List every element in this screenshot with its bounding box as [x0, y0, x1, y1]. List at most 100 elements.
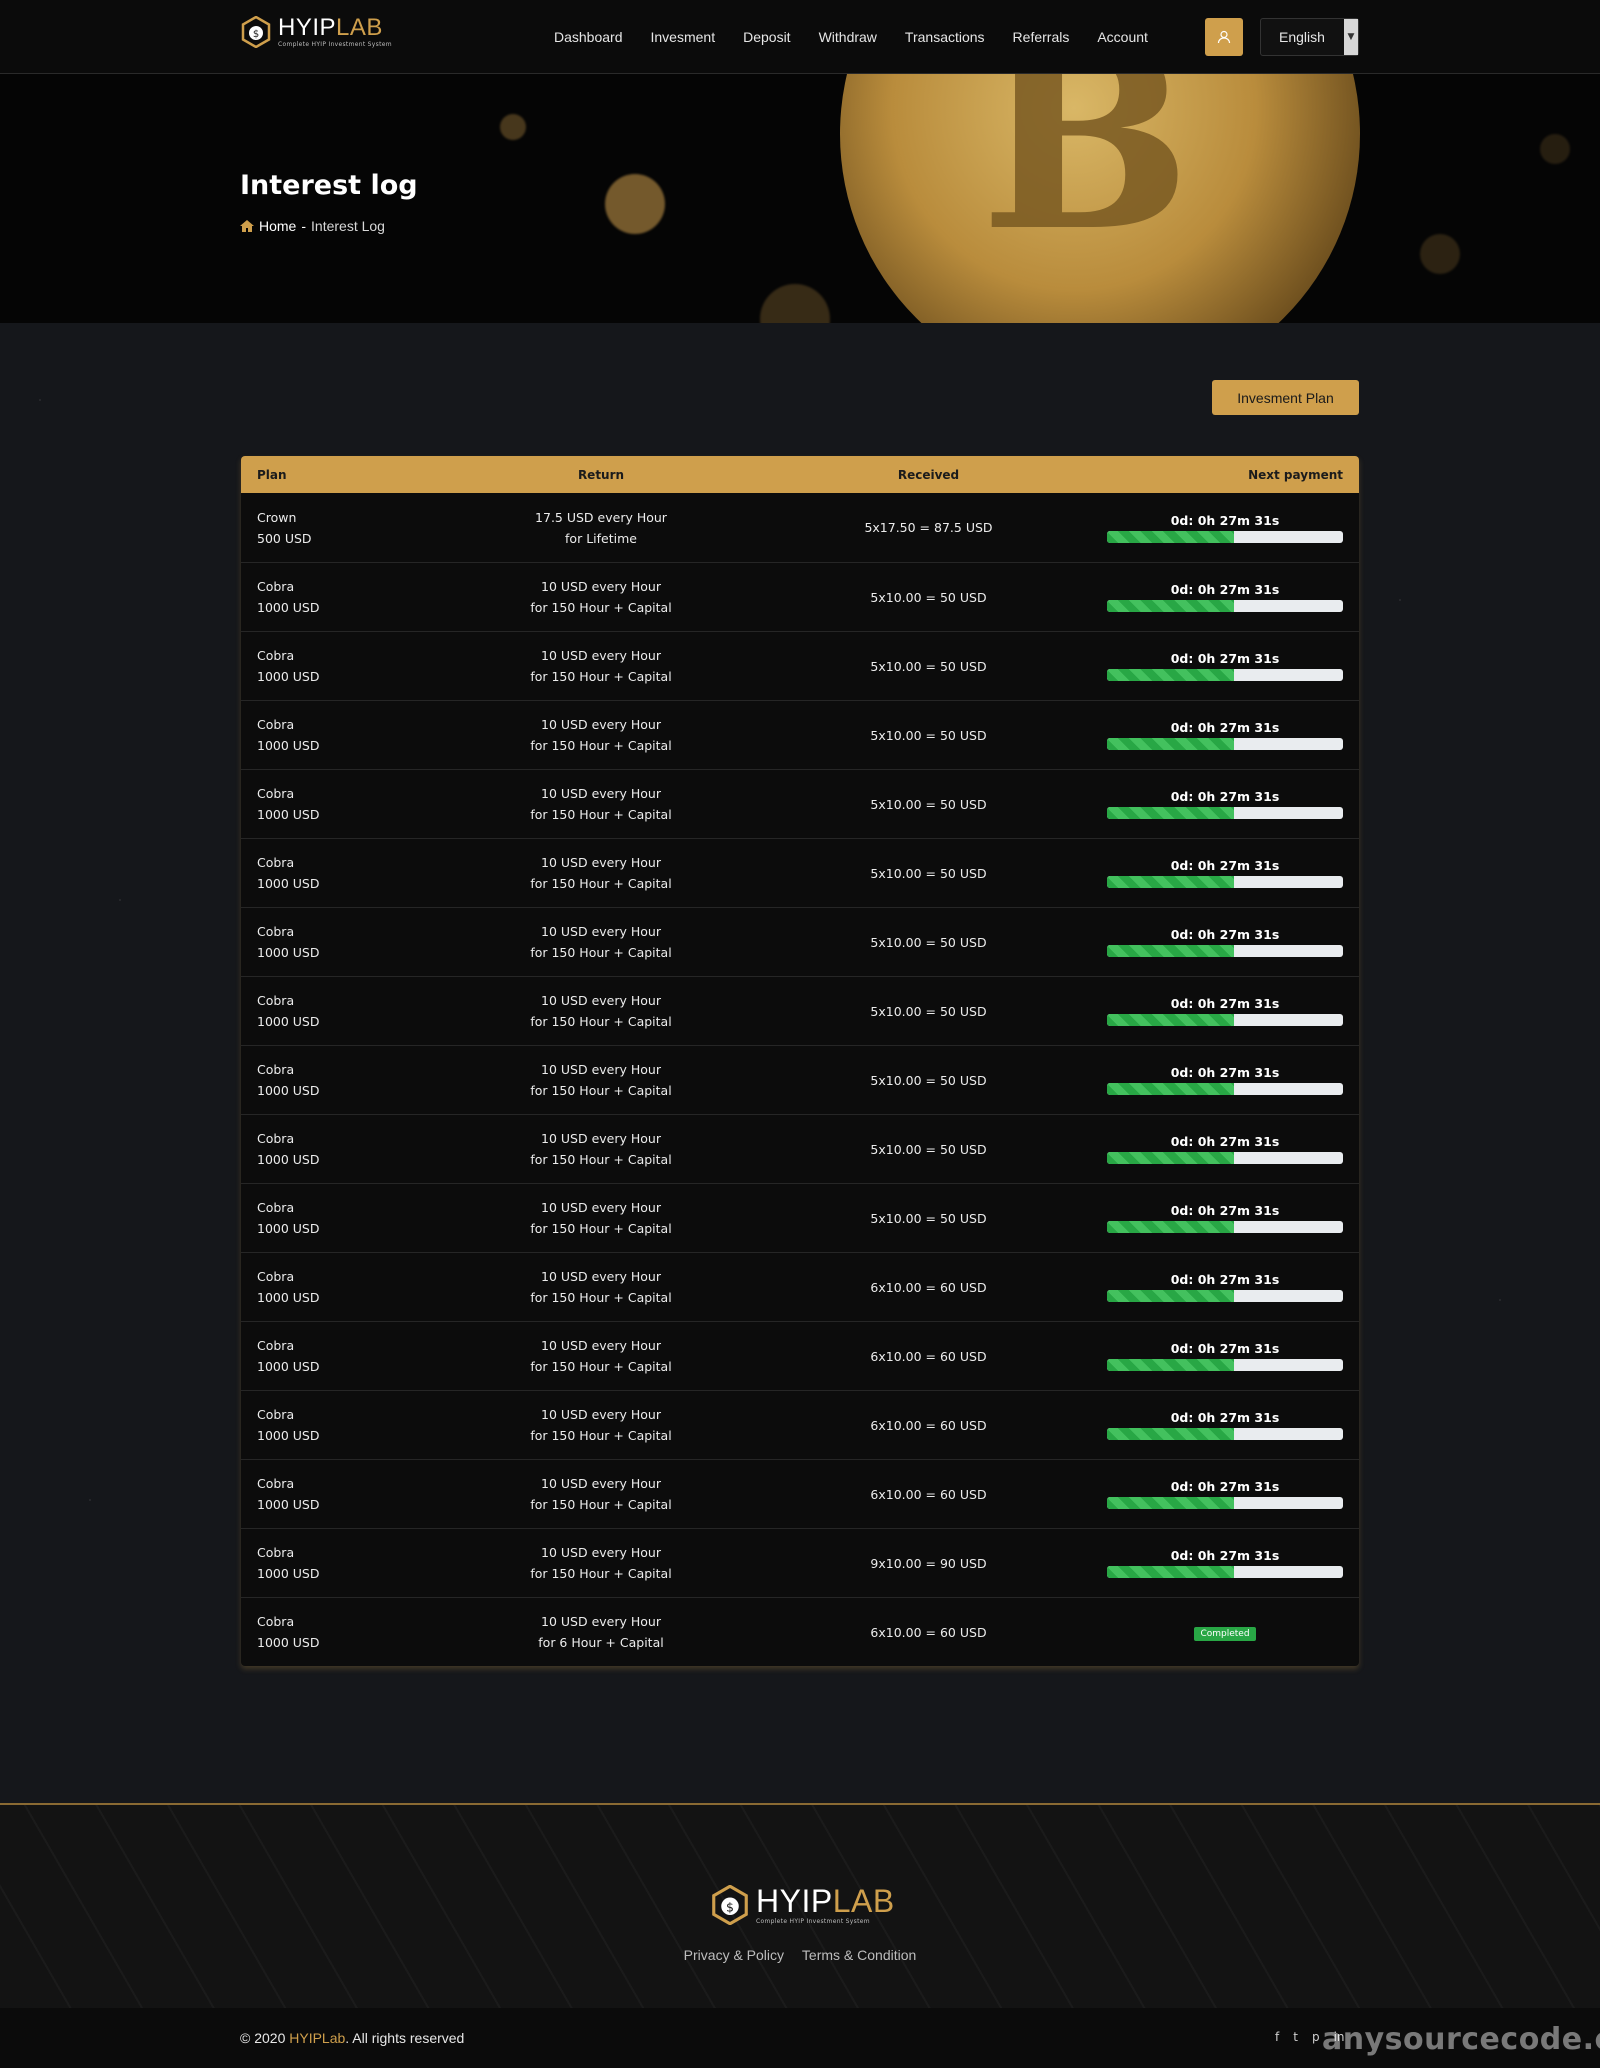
- header-next-payment: Next payment: [1248, 467, 1343, 482]
- bokeh-decoration: [1420, 234, 1460, 274]
- table-row: Cobra 1000 USD 10 USD every Hour for 150 H…: [241, 976, 1359, 1045]
- table-row: Crown 500 USD 17.5 USD every Hour for Life…: [241, 493, 1359, 562]
- next-payment-countdown: 0d: 0h 27m 31s: [1170, 789, 1280, 804]
- plan-name: Cobra: [257, 1476, 295, 1491]
- return-term: for 150 Hour + Capital: [530, 807, 672, 822]
- language-value: English: [1279, 29, 1325, 45]
- plan-amount: 1000 USD: [257, 876, 320, 891]
- return-rate: 17.5 USD every Hour: [535, 509, 667, 525]
- footer-logo[interactable]: $ HYIPLAB Complete HYIP Investment Syste…: [710, 1885, 895, 1925]
- payment-progress-fill: [1107, 669, 1235, 681]
- return-term: for 6 Hour + Capital: [538, 1635, 664, 1650]
- site-logo[interactable]: $ HYIPLAB Complete HYIP Investment Syste…: [240, 16, 392, 48]
- next-payment-countdown: 0d: 0h 27m 31s: [1170, 1548, 1280, 1563]
- nav-account[interactable]: Account: [1083, 29, 1162, 45]
- payment-progress-bar: [1107, 669, 1343, 681]
- return-rate: 10 USD every Hour: [541, 1476, 661, 1491]
- pinterest-icon[interactable]: p: [1312, 2030, 1320, 2044]
- plan-amount: 1000 USD: [257, 1428, 320, 1443]
- table-row: Cobra 1000 USD 10 USD every Hour for 6 Hou…: [241, 1597, 1359, 1666]
- payment-progress-bar: [1107, 1428, 1343, 1440]
- terms-condition-link[interactable]: Terms & Condition: [802, 1947, 916, 1963]
- return-term: for 150 Hour + Capital: [530, 1290, 672, 1305]
- return-term: for 150 Hour + Capital: [530, 738, 672, 753]
- return-rate: 10 USD every Hour: [541, 1062, 661, 1077]
- plan-amount: 1000 USD: [257, 1497, 320, 1512]
- nav-referrals[interactable]: Referrals: [999, 29, 1084, 45]
- return-rate: 10 USD every Hour: [541, 1614, 661, 1629]
- return-rate: 10 USD every Hour: [541, 786, 661, 801]
- return-term: for 150 Hour + Capital: [530, 876, 672, 891]
- table-row: Cobra 1000 USD 10 USD every Hour for 150 H…: [241, 1183, 1359, 1252]
- next-payment-countdown: 0d: 0h 27m 31s: [1170, 512, 1280, 528]
- logo-hexagon-icon: $: [712, 1885, 748, 1925]
- footer-logo-tagline: Complete HYIP Investment System: [756, 1918, 870, 1925]
- language-select[interactable]: English ▼: [1260, 18, 1359, 56]
- payment-progress-fill: [1107, 1014, 1235, 1026]
- bokeh-decoration: [605, 174, 665, 234]
- return-rate: 10 USD every Hour: [541, 1338, 661, 1353]
- payment-progress-fill: [1107, 530, 1235, 543]
- nav-invesment[interactable]: Invesment: [637, 29, 730, 45]
- received-amount: 5x10.00 = 50 USD: [870, 1141, 987, 1157]
- plan-amount: 1000 USD: [257, 1635, 320, 1650]
- copyright-brand-link[interactable]: HYIPLab: [289, 2030, 345, 2046]
- payment-progress-fill: [1107, 945, 1235, 957]
- plan-name: Crown: [257, 509, 297, 525]
- plan-name: Cobra: [257, 1407, 295, 1422]
- next-payment-countdown: 0d: 0h 27m 31s: [1170, 1272, 1280, 1287]
- interest-log-table: Plan Return Received Next payment Crown 5…: [241, 456, 1359, 1666]
- return-rate: 10 USD every Hour: [541, 924, 661, 939]
- next-payment-countdown: 0d: 0h 27m 31s: [1170, 1134, 1280, 1149]
- payment-progress-bar: [1107, 1083, 1343, 1095]
- footer-links: Privacy & Policy Terms & Condition: [0, 1947, 1600, 1963]
- payment-progress-bar: [1107, 876, 1343, 888]
- user-button[interactable]: [1205, 18, 1243, 56]
- table-row: Cobra 1000 USD 10 USD every Hour for 150 H…: [241, 1045, 1359, 1114]
- plan-name: Cobra: [257, 1545, 295, 1560]
- plan-name: Cobra: [257, 648, 295, 663]
- payment-progress-fill: [1107, 1566, 1235, 1578]
- table-row: Cobra 1000 USD 10 USD every Hour for 150 H…: [241, 1528, 1359, 1597]
- plan-amount: 1000 USD: [257, 807, 320, 822]
- payment-progress-bar: [1107, 600, 1343, 612]
- logo-wordmark: HYIPLAB: [278, 14, 383, 41]
- received-amount: 6x10.00 = 60 USD: [870, 1486, 987, 1502]
- received-amount: 5x10.00 = 50 USD: [870, 727, 987, 743]
- received-amount: 6x10.00 = 60 USD: [870, 1348, 987, 1364]
- facebook-icon[interactable]: f: [1275, 2030, 1279, 2044]
- return-rate: 10 USD every Hour: [541, 648, 661, 663]
- table-row: Cobra 1000 USD 10 USD every Hour for 150 H…: [241, 1321, 1359, 1390]
- nav-deposit[interactable]: Deposit: [729, 29, 804, 45]
- table-row: Cobra 1000 USD 10 USD every Hour for 150 H…: [241, 838, 1359, 907]
- table-row: Cobra 1000 USD 10 USD every Hour for 150 H…: [241, 1390, 1359, 1459]
- payment-progress-bar: [1107, 945, 1343, 957]
- plan-amount: 500 USD: [257, 530, 312, 546]
- payment-progress-fill: [1107, 1497, 1235, 1509]
- table-row: Cobra 1000 USD 10 USD every Hour for 150 H…: [241, 1459, 1359, 1528]
- payment-progress-bar: [1107, 1014, 1343, 1026]
- received-amount: 6x10.00 = 60 USD: [870, 1417, 987, 1433]
- invesment-plan-button[interactable]: Invesment Plan: [1212, 380, 1359, 415]
- payment-progress-bar: [1107, 1497, 1343, 1509]
- next-payment-countdown: 0d: 0h 27m 31s: [1170, 582, 1280, 597]
- table-row: Cobra 1000 USD 10 USD every Hour for 150 H…: [241, 631, 1359, 700]
- nav-transactions[interactable]: Transactions: [891, 29, 999, 45]
- svg-text:$: $: [726, 1899, 734, 1914]
- chevron-down-icon: ▼: [1344, 19, 1358, 55]
- user-icon: [1217, 30, 1231, 44]
- breadcrumb-home[interactable]: Home: [259, 218, 296, 234]
- payment-progress-bar: [1107, 807, 1343, 819]
- received-amount: 5x10.00 = 50 USD: [870, 589, 987, 605]
- twitter-icon[interactable]: t: [1293, 2030, 1298, 2044]
- nav-withdraw[interactable]: Withdraw: [805, 29, 891, 45]
- plan-name: Cobra: [257, 1062, 295, 1077]
- return-rate: 10 USD every Hour: [541, 993, 661, 1008]
- table-row: Cobra 1000 USD 10 USD every Hour for 150 H…: [241, 769, 1359, 838]
- plan-amount: 1000 USD: [257, 1083, 320, 1098]
- return-rate: 10 USD every Hour: [541, 855, 661, 870]
- privacy-policy-link[interactable]: Privacy & Policy: [684, 1947, 784, 1963]
- plan-amount: 1000 USD: [257, 1359, 320, 1374]
- payment-progress-fill: [1107, 1152, 1235, 1164]
- nav-dashboard[interactable]: Dashboard: [540, 29, 637, 45]
